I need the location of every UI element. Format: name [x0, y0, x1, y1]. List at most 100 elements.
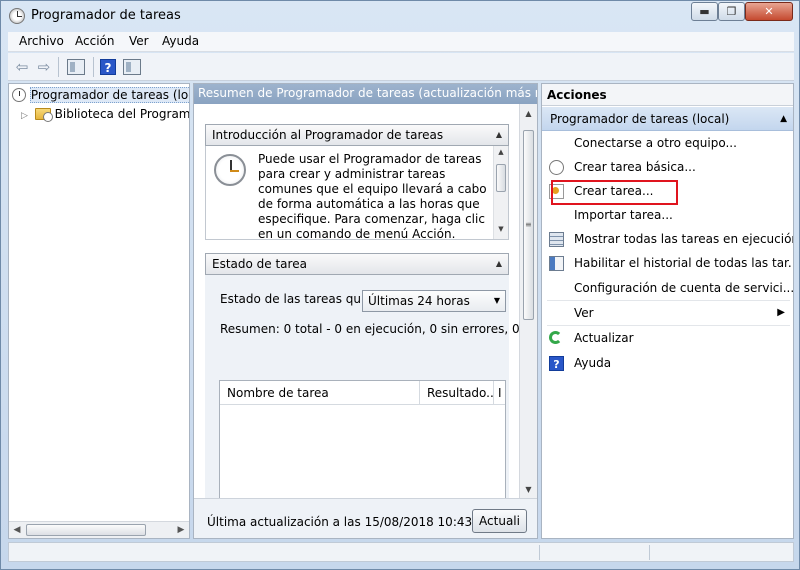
- help-button[interactable]: ?: [98, 57, 118, 77]
- clock-icon: [549, 160, 564, 175]
- divider: [547, 300, 790, 301]
- task-status-grid: Nombre de tarea Resultado... I: [219, 380, 506, 498]
- action-label: Mostrar todas las tareas en ejecución: [574, 232, 794, 246]
- minimize-button[interactable]: ▬: [691, 2, 718, 21]
- scroll-thumb[interactable]: [26, 524, 146, 536]
- refresh-icon: [549, 331, 562, 344]
- actions-group-label: Programador de tareas (local): [550, 112, 730, 126]
- toolbar: ⇦ ⇨ ?: [8, 53, 794, 81]
- intro-section-title: Introducción al Programador de tareas: [212, 128, 444, 142]
- expand-arrow-icon[interactable]: ▷: [21, 107, 31, 125]
- help-icon: ?: [549, 356, 564, 371]
- status-section-title: Estado de tarea: [212, 257, 307, 271]
- folder-clock-icon: [34, 108, 53, 122]
- scroll-up-icon[interactable]: ▲: [494, 148, 508, 160]
- action-enable-history[interactable]: Habilitar el historial de todas las tar.…: [542, 252, 794, 274]
- help-icon: ?: [100, 59, 116, 75]
- scroll-up-icon[interactable]: ▲: [520, 106, 537, 122]
- column-extra[interactable]: I: [494, 381, 505, 405]
- action-import-task[interactable]: Importar tarea...: [542, 204, 793, 226]
- chevron-down-icon: ▼: [493, 296, 500, 305]
- show-hide-actions-button[interactable]: [120, 57, 144, 77]
- summary-footer: Última actualización a las 15/08/2018 10…: [194, 498, 537, 538]
- tree-item-library[interactable]: ▷ Biblioteca del Programador de tareas: [21, 105, 190, 125]
- intro-section-header[interactable]: Introducción al Programador de tareas ▲: [205, 124, 509, 146]
- back-arrow-icon[interactable]: ⇦: [12, 57, 32, 77]
- submenu-arrow-icon: ▶: [777, 307, 785, 318]
- actions-group-header[interactable]: Programador de tareas (local) ▲: [542, 107, 793, 131]
- toolbar-separator: [58, 57, 59, 77]
- status-filter-select[interactable]: Últimas 24 horas ▼: [362, 290, 506, 312]
- intro-section-body: Puede usar el Programador de tareas para…: [205, 146, 509, 240]
- history-icon: [549, 256, 564, 271]
- action-pane-icon: [123, 59, 141, 75]
- action-label: Conectarse a otro equipo...: [574, 136, 737, 150]
- scroll-right-icon[interactable]: ▶: [173, 523, 189, 538]
- tree-item-scheduler-local[interactable]: Programador de tareas (local): [12, 86, 189, 104]
- clock-icon: [9, 8, 25, 24]
- refresh-button[interactable]: Actuali: [472, 509, 527, 533]
- maximize-button[interactable]: ❐: [718, 2, 745, 21]
- intro-scrollbar[interactable]: ▲ ▼: [493, 146, 508, 239]
- status-bar-divider: [649, 545, 650, 560]
- menu-ver[interactable]: Ver: [129, 34, 149, 48]
- scroll-thumb[interactable]: [496, 164, 506, 192]
- clock-icon: [214, 154, 246, 186]
- action-label: Ver: [574, 306, 594, 320]
- action-label: Importar tarea...: [574, 208, 673, 222]
- console-tree: Programador de tareas (local) ▷ Bibliote…: [8, 83, 190, 539]
- status-section-header[interactable]: Estado de tarea ▲: [205, 253, 509, 275]
- action-refresh[interactable]: Actualizar: [542, 327, 793, 349]
- status-filter-label: Estado de las tareas qu...: [220, 292, 373, 306]
- scroll-down-icon[interactable]: ▼: [520, 482, 537, 498]
- action-connect[interactable]: Conectarse a otro equipo...: [542, 132, 793, 154]
- menu-ayuda[interactable]: Ayuda: [162, 34, 199, 48]
- action-show-running[interactable]: Mostrar todas las tareas en ejecución: [542, 228, 794, 250]
- grid-header: Nombre de tarea Resultado... I: [220, 381, 505, 405]
- status-bar: [8, 542, 794, 562]
- summary-vertical-scrollbar[interactable]: ▲ ≡ ▼: [519, 104, 537, 498]
- task-scheduler-window: Programador de tareas ▬ ❐ ✕ Archivo Acci…: [0, 0, 800, 570]
- close-button[interactable]: ✕: [745, 2, 793, 21]
- scroll-left-icon[interactable]: ◀: [9, 523, 25, 538]
- summary-scroll-area: Introducción al Programador de tareas ▲ …: [194, 104, 538, 498]
- action-service-account[interactable]: Configuración de cuenta de servici...: [542, 277, 794, 299]
- status-summary: Resumen: 0 total - 0 en ejecución, 0 sin…: [220, 322, 538, 336]
- action-view[interactable]: Ver ▶: [542, 302, 793, 324]
- divider: [547, 325, 790, 326]
- list-icon: [549, 232, 564, 247]
- action-label: Ayuda: [574, 356, 612, 370]
- column-task-name[interactable]: Nombre de tarea: [220, 381, 420, 405]
- clock-icon: [12, 88, 26, 102]
- actions-title: Acciones: [542, 84, 793, 106]
- toolbar-separator: [93, 57, 94, 77]
- scroll-down-icon[interactable]: ▼: [494, 225, 508, 237]
- menu-accion[interactable]: Acción: [75, 34, 114, 48]
- tree-item-label: Programador de tareas (local): [29, 87, 189, 103]
- collapse-icon[interactable]: ▲: [496, 254, 502, 274]
- title-bar[interactable]: Programador de tareas ▬ ❐ ✕: [1, 1, 799, 31]
- console-tree-icon: [67, 59, 85, 75]
- intro-text: Puede usar el Programador de tareas para…: [258, 152, 487, 240]
- action-label: Habilitar el historial de todas las tar.…: [574, 256, 794, 270]
- forward-arrow-icon[interactable]: ⇨: [34, 57, 54, 77]
- highlight-box: [551, 180, 678, 205]
- column-result[interactable]: Resultado...: [420, 381, 494, 405]
- actions-pane: Acciones Programador de tareas (local) ▲…: [541, 83, 794, 539]
- menu-archivo[interactable]: Archivo: [19, 34, 64, 48]
- menu-bar: Archivo Acción Ver Ayuda: [8, 32, 794, 52]
- summary-header: Resumen de Programador de tareas (actual…: [194, 84, 537, 104]
- window-title: Programador de tareas: [31, 8, 181, 23]
- show-hide-tree-button[interactable]: [64, 57, 88, 77]
- collapse-icon[interactable]: ▲: [496, 125, 502, 145]
- action-create-basic-task[interactable]: Crear tarea básica...: [542, 156, 793, 178]
- action-label: Actualizar: [574, 331, 634, 345]
- tree-horizontal-scrollbar[interactable]: ◀ ▶: [9, 521, 189, 538]
- action-label: Crear tarea básica...: [574, 160, 696, 174]
- summary-pane: Resumen de Programador de tareas (actual…: [193, 83, 538, 539]
- tree-item-label: Biblioteca del Programador de tareas: [54, 107, 190, 121]
- grip-icon: ≡: [525, 220, 532, 229]
- action-label: Configuración de cuenta de servici...: [574, 281, 794, 295]
- collapse-icon[interactable]: ▲: [780, 107, 787, 131]
- action-help[interactable]: ? Ayuda: [542, 352, 793, 374]
